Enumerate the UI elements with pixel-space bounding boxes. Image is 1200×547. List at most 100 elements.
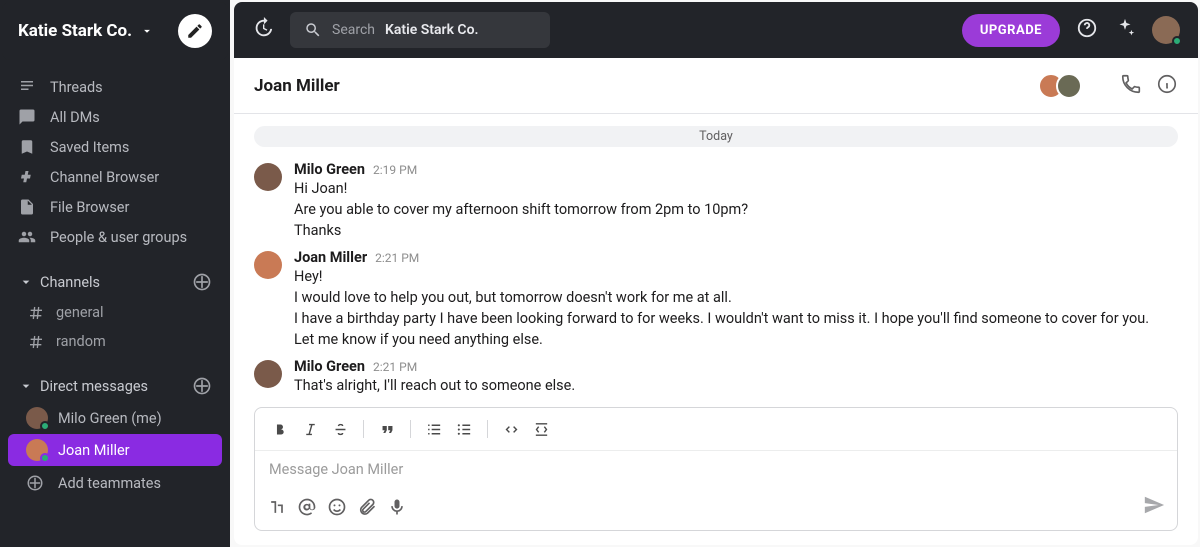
nav-saved[interactable]: Saved Items (8, 132, 222, 162)
nav-channel-browser[interactable]: Channel Browser (8, 162, 222, 192)
nav-label: Saved Items (50, 139, 129, 156)
codeblock-icon (533, 421, 550, 438)
italic-button[interactable] (297, 416, 323, 442)
call-button[interactable] (1120, 73, 1142, 99)
search-input[interactable]: Search Katie Stark Co. (290, 12, 550, 48)
message-author[interactable]: Joan Miller (294, 249, 367, 266)
people-icon (18, 228, 36, 246)
emoji-button[interactable] (327, 497, 347, 517)
message-author[interactable]: Milo Green (294, 358, 365, 375)
add-teammates-label: Add teammates (58, 475, 161, 492)
formatting-toolbar (255, 408, 1177, 451)
add-teammates[interactable]: Add teammates (8, 468, 222, 498)
section-label: Direct messages (40, 378, 148, 395)
message-text: I have a birthday party I have been look… (294, 308, 1178, 329)
emoji-icon (327, 497, 347, 517)
nav-all-dms[interactable]: All DMs (8, 102, 222, 132)
history-button[interactable] (252, 17, 274, 43)
presence-indicator (1172, 36, 1182, 46)
avatar (26, 407, 48, 429)
nav-people[interactable]: People & user groups (8, 222, 222, 252)
chevron-down-icon (18, 378, 34, 394)
nav-threads[interactable]: Threads (8, 72, 222, 102)
text-style-button[interactable] (267, 497, 287, 517)
quote-button[interactable] (374, 416, 400, 442)
avatar[interactable] (254, 251, 282, 279)
nav-label: Threads (50, 79, 103, 96)
nav-file-browser[interactable]: File Browser (8, 192, 222, 222)
help-icon (1076, 17, 1098, 39)
channel-browser-icon (18, 168, 36, 186)
message-input[interactable]: Message Joan Miller (255, 451, 1177, 488)
bold-button[interactable] (267, 416, 293, 442)
avatar[interactable] (254, 163, 282, 191)
bookmark-icon (18, 138, 36, 156)
whats-new-button[interactable] (1114, 17, 1136, 43)
nav-label: Channel Browser (50, 169, 159, 186)
italic-icon (302, 421, 319, 438)
info-button[interactable] (1156, 73, 1178, 99)
workspace-switcher[interactable]: Katie Stark Co. (2, 2, 228, 60)
hash-icon (28, 305, 44, 321)
message-text: Are you able to cover my afternoon shift… (294, 199, 1178, 220)
message-time: 2:19 PM (373, 163, 417, 177)
bullet-list-button[interactable] (451, 416, 477, 442)
message-list: Today Milo Green 2:19 PM Hi Joan! Are yo… (234, 114, 1198, 397)
conversation-title[interactable]: Joan Miller (254, 76, 340, 96)
code-button[interactable] (498, 416, 524, 442)
threads-icon (18, 78, 36, 96)
codeblock-button[interactable] (528, 416, 554, 442)
search-icon (304, 21, 322, 39)
dm-joan-miller[interactable]: Joan Miller (8, 434, 222, 466)
dm-label: Milo Green (me) (58, 410, 162, 427)
user-avatar[interactable] (1152, 16, 1180, 44)
channel-general[interactable]: general (8, 298, 222, 327)
at-icon (297, 497, 317, 517)
composer-actions (255, 488, 1177, 530)
strike-icon (332, 421, 349, 438)
avatar (26, 439, 48, 461)
nav-label: All DMs (50, 109, 100, 126)
bullet-list-icon (456, 421, 473, 438)
nav-label: People & user groups (50, 229, 187, 246)
audio-button[interactable] (387, 497, 407, 517)
chevron-down-icon (18, 274, 34, 290)
pencil-icon (186, 22, 204, 40)
help-button[interactable] (1076, 17, 1098, 43)
message-author[interactable]: Milo Green (294, 161, 365, 178)
dms-icon (18, 108, 36, 126)
send-button[interactable] (1143, 494, 1165, 520)
ordered-list-button[interactable] (421, 416, 447, 442)
avatar (1056, 73, 1082, 99)
upgrade-label: UPGRADE (980, 23, 1042, 38)
message-text: I would love to help you out, but tomorr… (294, 287, 1178, 308)
attach-button[interactable] (357, 497, 377, 517)
presence-indicator (40, 453, 50, 463)
info-icon (1156, 73, 1178, 95)
strike-button[interactable] (327, 416, 353, 442)
avatar[interactable] (254, 360, 282, 388)
section-label: Channels (40, 274, 100, 291)
upgrade-button[interactable]: UPGRADE (962, 14, 1060, 47)
conversation-header: Joan Miller (234, 58, 1198, 114)
add-dm-icon[interactable] (192, 376, 212, 396)
dm-milo-green[interactable]: Milo Green (me) (8, 402, 222, 434)
message-text: Thanks (294, 220, 1178, 241)
file-icon (18, 198, 36, 216)
code-icon (503, 421, 520, 438)
message-time: 2:21 PM (375, 251, 419, 265)
paperclip-icon (357, 497, 377, 517)
message-time: 2:21 PM (373, 360, 417, 374)
message-text: Hey! (294, 266, 1178, 287)
member-avatars[interactable] (1038, 73, 1082, 99)
message: Joan Miller 2:21 PM Hey! I would love to… (234, 241, 1198, 350)
channels-section-toggle[interactable]: Channels (8, 266, 222, 298)
add-channel-icon[interactable] (192, 272, 212, 292)
mention-button[interactable] (297, 497, 317, 517)
send-icon (1143, 494, 1165, 516)
dms-section-toggle[interactable]: Direct messages (8, 370, 222, 402)
compose-button[interactable] (178, 14, 212, 48)
channel-random[interactable]: random (8, 327, 222, 356)
message: Milo Green 2:19 PM Hi Joan! Are you able… (234, 153, 1198, 241)
composer: Message Joan Miller (254, 407, 1178, 531)
